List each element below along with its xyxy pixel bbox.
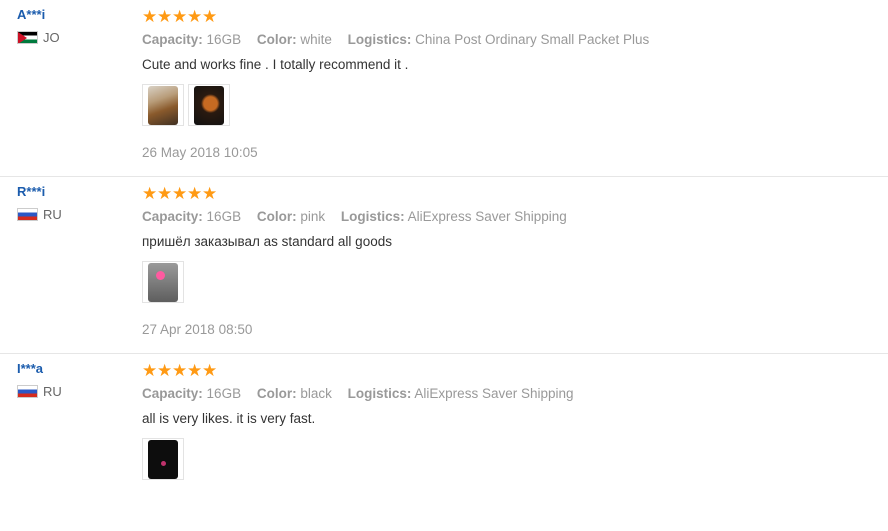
star-icon: ★ bbox=[172, 7, 188, 26]
reviewer-country: RU bbox=[17, 207, 62, 222]
logistics-value: AliExpress Saver Shipping bbox=[407, 209, 567, 224]
star-icon: ★ bbox=[172, 361, 188, 380]
reviewer-name[interactable]: I***a bbox=[17, 361, 62, 379]
logistics-label: Logistics: bbox=[340, 209, 405, 224]
photo-thumbnail[interactable] bbox=[142, 84, 184, 126]
order-info: Capacity: 16GB Color: black Logistics: A… bbox=[142, 384, 872, 404]
review-date: 26 May 2018 10:05 bbox=[142, 145, 258, 160]
country-code: RU bbox=[43, 384, 62, 399]
photo-thumbnail[interactable] bbox=[142, 261, 184, 303]
star-rating: ★ ★ ★ ★ ★ bbox=[142, 361, 872, 380]
reviewer-name[interactable]: A***i bbox=[17, 7, 60, 25]
reviewer-info: I***a RU bbox=[17, 361, 62, 399]
country-code: JO bbox=[43, 30, 60, 45]
ru-flag-icon bbox=[17, 385, 38, 398]
star-icon: ★ bbox=[202, 7, 218, 26]
review-content: ★ ★ ★ ★ ★ Capacity: 16GB Color: pink Logisti… bbox=[142, 184, 872, 339]
review-content: ★ ★ ★ ★ ★ Capacity: 16GB Color: black Logist… bbox=[142, 361, 872, 482]
star-icon: ★ bbox=[202, 361, 218, 380]
review-item: A***i JO ★ ★ ★ ★ ★ Capacity: 16GB Color: whi… bbox=[0, 0, 888, 177]
review-item: I***a RU ★ ★ ★ ★ ★ Capacity: 16GB Color: bla… bbox=[0, 354, 888, 531]
star-icon: ★ bbox=[142, 7, 158, 26]
review-text: пришёл заказывал as standard all goods bbox=[142, 234, 392, 249]
star-icon: ★ bbox=[157, 7, 173, 26]
ru-flag-icon bbox=[17, 208, 38, 221]
jo-flag-icon bbox=[17, 31, 38, 44]
star-icon: ★ bbox=[157, 184, 173, 203]
reviewer-name[interactable]: R***i bbox=[17, 184, 62, 202]
color-value: pink bbox=[300, 209, 326, 224]
capacity-value: 16GB bbox=[206, 209, 242, 224]
logistics-value: AliExpress Saver Shipping bbox=[414, 386, 574, 401]
review-item: R***i RU ★ ★ ★ ★ ★ Capacity: 16GB Color: pin… bbox=[0, 177, 888, 354]
star-icon: ★ bbox=[157, 361, 173, 380]
review-text: all is very likes. it is very fast. bbox=[142, 411, 316, 426]
star-icon: ★ bbox=[187, 184, 203, 203]
star-icon: ★ bbox=[142, 361, 158, 380]
color-label: Color: bbox=[256, 386, 297, 401]
review-date: 27 Apr 2018 08:50 bbox=[142, 322, 253, 337]
star-icon: ★ bbox=[187, 361, 203, 380]
review-photos bbox=[142, 261, 872, 305]
logistics-value: China Post Ordinary Small Packet Plus bbox=[415, 32, 650, 47]
reviewer-info: A***i JO bbox=[17, 7, 60, 45]
color-value: black bbox=[300, 386, 332, 401]
color-value: white bbox=[300, 32, 332, 47]
reviewer-country: JO bbox=[17, 30, 60, 45]
review-photos bbox=[142, 438, 872, 482]
review-photos bbox=[142, 84, 872, 128]
reviewer-info: R***i RU bbox=[17, 184, 62, 222]
capacity-value: 16GB bbox=[206, 386, 242, 401]
color-label: Color: bbox=[256, 32, 297, 47]
review-content: ★ ★ ★ ★ ★ Capacity: 16GB Color: white Logist… bbox=[142, 7, 872, 162]
star-icon: ★ bbox=[172, 184, 188, 203]
star-icon: ★ bbox=[202, 184, 218, 203]
star-rating: ★ ★ ★ ★ ★ bbox=[142, 184, 872, 203]
capacity-value: 16GB bbox=[206, 32, 242, 47]
capacity-label: Capacity: bbox=[142, 386, 203, 401]
reviewer-country: RU bbox=[17, 384, 62, 399]
photo-thumbnail[interactable] bbox=[188, 84, 230, 126]
logistics-label: Logistics: bbox=[347, 386, 412, 401]
photo-thumbnail[interactable] bbox=[142, 438, 184, 480]
capacity-label: Capacity: bbox=[142, 32, 203, 47]
color-label: Color: bbox=[256, 209, 297, 224]
star-icon: ★ bbox=[187, 7, 203, 26]
capacity-label: Capacity: bbox=[142, 209, 203, 224]
order-info: Capacity: 16GB Color: pink Logistics: Al… bbox=[142, 207, 872, 227]
logistics-label: Logistics: bbox=[347, 32, 412, 47]
star-rating: ★ ★ ★ ★ ★ bbox=[142, 7, 872, 26]
review-text: Cute and works fine . I totally recommen… bbox=[142, 57, 409, 72]
order-info: Capacity: 16GB Color: white Logistics: C… bbox=[142, 30, 872, 50]
country-code: RU bbox=[43, 207, 62, 222]
star-icon: ★ bbox=[142, 184, 158, 203]
